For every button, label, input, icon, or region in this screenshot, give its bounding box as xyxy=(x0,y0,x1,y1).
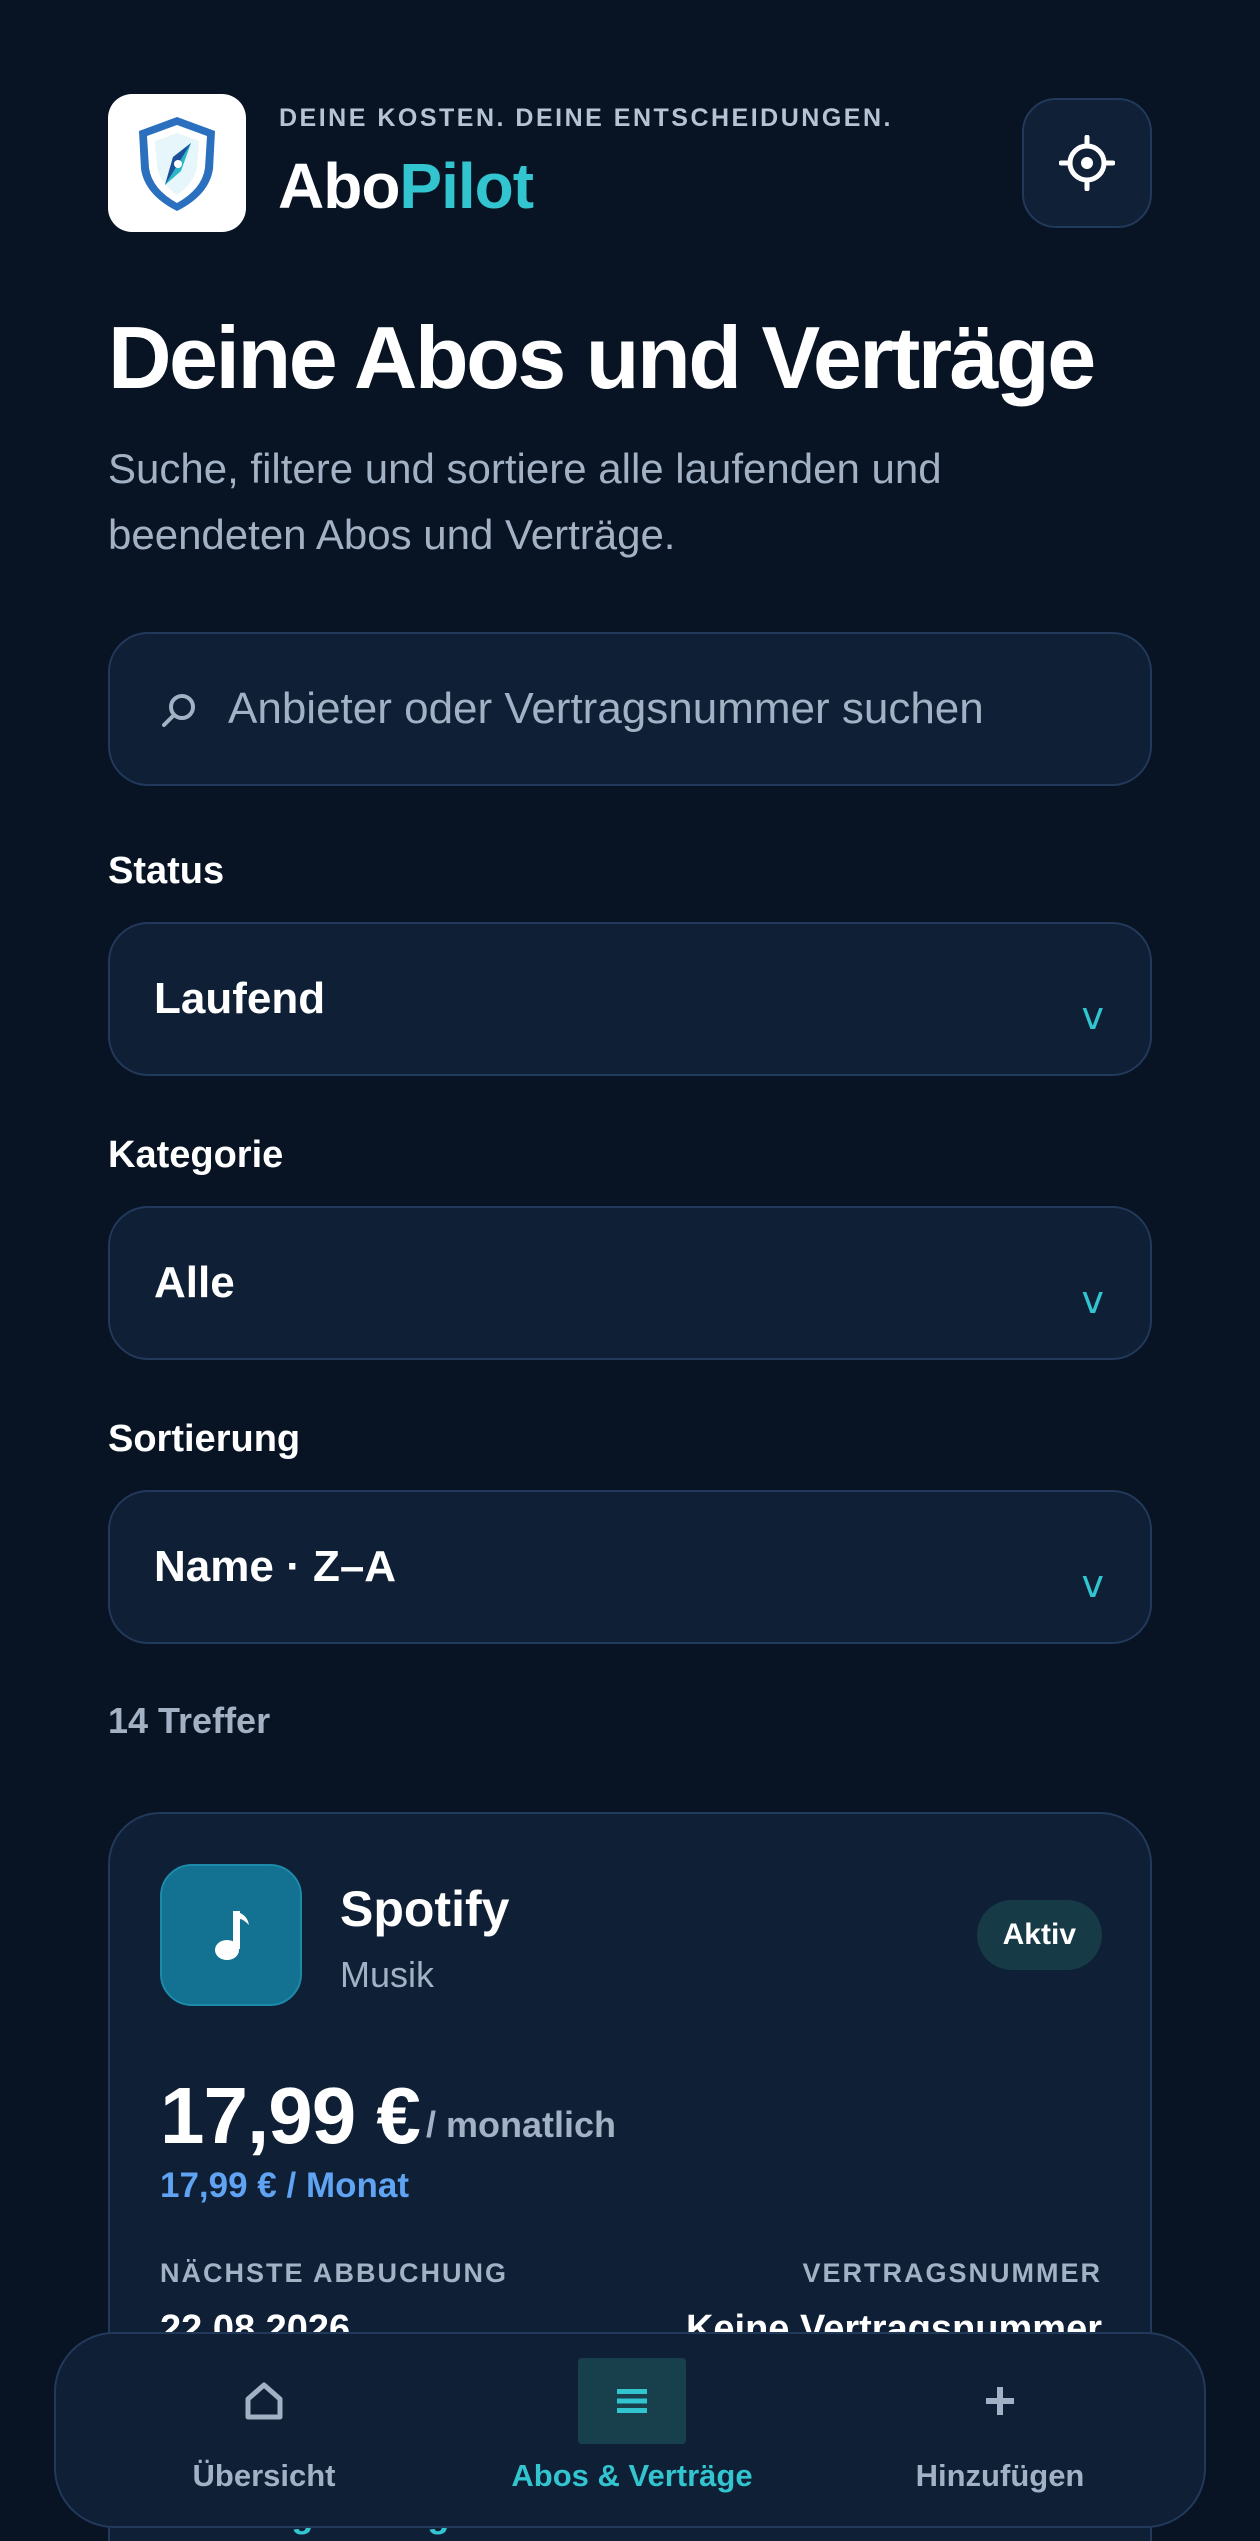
category-filter-label: Kategorie xyxy=(108,1134,284,1176)
nav-item-overview[interactable]: Übersicht xyxy=(104,2334,424,2530)
search-input[interactable] xyxy=(228,634,1128,784)
list-icon xyxy=(578,2358,686,2444)
brand-tagline: DEINE KOSTEN. DEINE ENTSCHEIDUNGEN. xyxy=(279,104,893,132)
next-debit-label: NÄCHSTE ABBUCHUNG xyxy=(160,2258,508,2288)
music-note-icon xyxy=(160,1864,302,2006)
nav-item-label: Abos & Verträge xyxy=(511,2458,753,2493)
page-title: Deine Abos und Verträge xyxy=(108,308,1096,407)
nav-item-label: Übersicht xyxy=(192,2458,336,2493)
app-header: DEINE KOSTEN. DEINE ENTSCHEIDUNGEN. AboP… xyxy=(108,94,1152,232)
billing-period: / monatlich xyxy=(426,2104,617,2145)
subscriptions-page: DEINE KOSTEN. DEINE ENTSCHEIDUNGEN. AboP… xyxy=(0,0,1260,2541)
app-logo xyxy=(108,94,246,232)
gear-icon xyxy=(1059,135,1115,191)
subscription-name: Spotify xyxy=(340,1881,510,1937)
status-filter-label: Status xyxy=(108,850,225,892)
chevron-down-icon: v xyxy=(1081,1278,1105,1322)
brand-name-part2: Pilot xyxy=(399,150,534,222)
shield-compass-icon xyxy=(139,117,215,211)
search-icon xyxy=(162,694,195,727)
status-select[interactable]: Laufend v xyxy=(108,922,1152,1076)
nav-item-subscriptions[interactable]: Abos & Verträge xyxy=(472,2334,792,2530)
subscription-price: 17,99 € xyxy=(160,2071,421,2160)
sort-select[interactable]: Name · Z–A v xyxy=(108,1490,1152,1644)
brand-name: AboPilot xyxy=(278,150,534,222)
nav-item-label: Hinzufügen xyxy=(915,2458,1085,2493)
chevron-down-icon: v xyxy=(1081,1562,1105,1606)
chevron-down-icon: v xyxy=(1081,994,1105,1038)
category-select[interactable]: Alle v xyxy=(108,1206,1152,1360)
sort-select-value: Name · Z–A xyxy=(154,1542,397,1591)
search-field[interactable] xyxy=(108,632,1152,786)
plus-icon xyxy=(946,2358,1054,2444)
home-icon xyxy=(210,2358,318,2444)
status-select-value: Laufend xyxy=(154,974,326,1023)
category-select-value: Alle xyxy=(154,1258,235,1307)
sort-label: Sortierung xyxy=(108,1418,301,1460)
subscription-category: Musik xyxy=(340,1954,435,1995)
result-count: 14 Treffer xyxy=(108,1700,271,1741)
bottom-nav: Übersicht Abos & Verträge Hinzufügen xyxy=(54,2332,1206,2528)
status-badge: Aktiv xyxy=(976,1900,1102,1970)
contract-number-label: VERTRAGSNUMMER xyxy=(802,2258,1102,2288)
brand-name-part1: Abo xyxy=(278,150,400,222)
settings-button[interactable] xyxy=(1022,98,1152,228)
nav-item-add[interactable]: Hinzufügen xyxy=(840,2334,1160,2530)
monthly-cost: 17,99 € / Monat xyxy=(160,2166,409,2205)
page-subtitle: Suche, filtere und sortiere alle laufend… xyxy=(108,445,942,558)
